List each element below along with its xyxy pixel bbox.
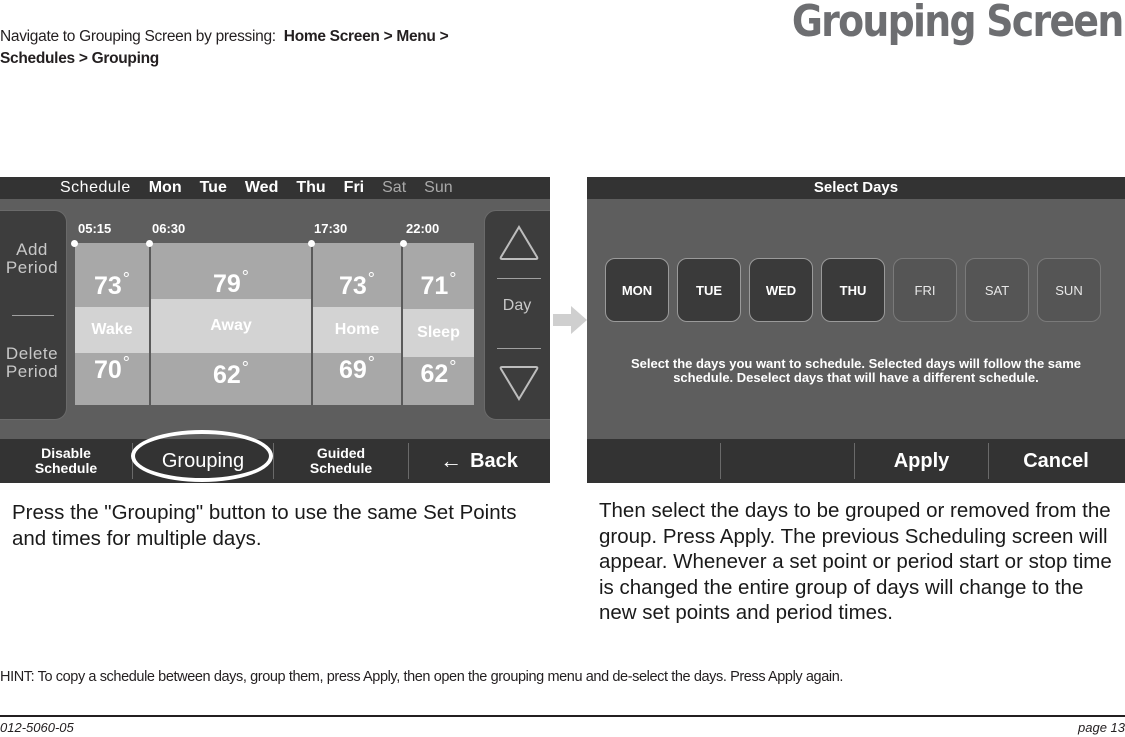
guided-schedule-button[interactable]: Guided Schedule: [274, 446, 408, 476]
panel-divider: [497, 278, 541, 279]
period-divider: [401, 243, 403, 405]
select-days-caption: Then select the days to be grouped or re…: [599, 499, 1112, 624]
day-button-fri[interactable]: FRI: [893, 258, 957, 322]
day-tab-sat[interactable]: Sat: [382, 179, 406, 197]
footer-divider: [0, 715, 1125, 717]
day-button-wed[interactable]: WED: [749, 258, 813, 322]
period-name: Away: [151, 299, 311, 353]
delete-period-label-2: Period: [5, 362, 59, 381]
back-arrow-icon: ←: [440, 448, 463, 473]
schedule-bottom-bar: Disable Schedule Grouping Guided Schedule …: [0, 439, 550, 483]
day-button-sat[interactable]: SAT: [965, 258, 1029, 322]
add-period-label-2: Period: [5, 258, 59, 277]
select-days-screen: Select Days MON TUE WED THU FRI SAT SUN …: [587, 177, 1125, 483]
day-tab-tue[interactable]: Tue: [200, 179, 227, 197]
hint-text: HINT: To copy a schedule between days, g…: [0, 669, 844, 685]
period-handle[interactable]: [400, 240, 407, 247]
grouping-button[interactable]: Grouping: [133, 450, 273, 473]
cool-setpoint[interactable]: 73°: [313, 269, 401, 301]
navigation-instructions: Navigate to Grouping Screen by pressing:…: [0, 26, 520, 70]
period-start-time: 06:30: [152, 221, 186, 236]
schedule-screen: Schedule Mon Tue Wed Thu Fri Sat Sun Add…: [0, 177, 550, 483]
heat-setpoint[interactable]: 62°: [151, 358, 311, 390]
period-name: Sleep: [403, 309, 474, 357]
period-start-time: 22:00: [406, 221, 440, 236]
period-handle[interactable]: [308, 240, 315, 247]
period-handle[interactable]: [146, 240, 153, 247]
day-navigation-panel: Day: [484, 210, 550, 420]
period-block-home[interactable]: 73° Home 69°: [313, 243, 401, 405]
right-arrow-icon: [553, 306, 587, 334]
period-block-wake[interactable]: 73° Wake 70°: [75, 243, 149, 405]
nav-path-line1: Home Screen > Menu >: [283, 28, 449, 45]
day-button-sun[interactable]: SUN: [1037, 258, 1101, 322]
day-selector: MON TUE WED THU FRI SAT SUN: [605, 258, 1101, 322]
disable-schedule-button[interactable]: Disable Schedule: [0, 446, 132, 476]
day-button-tue[interactable]: TUE: [677, 258, 741, 322]
page-title: Grouping Screen: [792, 0, 1124, 47]
period-divider: [149, 243, 151, 405]
heat-setpoint[interactable]: 69°: [313, 353, 401, 385]
day-button-thu[interactable]: THU: [821, 258, 885, 322]
nav-path-line2: Schedules > Grouping: [0, 50, 159, 67]
cool-setpoint[interactable]: 73°: [75, 269, 149, 301]
cool-setpoint[interactable]: 79°: [151, 267, 311, 299]
schedule-title: Schedule: [60, 179, 131, 196]
add-period-label-1: Add: [16, 240, 48, 259]
period-name: Home: [313, 307, 401, 353]
heat-setpoint[interactable]: 62°: [403, 357, 474, 389]
day-tab-fri[interactable]: Fri: [344, 179, 364, 197]
nav-intro: Navigate to Grouping Screen by pressing:: [0, 28, 276, 45]
grouping-caption: Press the "Grouping" button to use the s…: [12, 501, 517, 550]
select-days-instructions: Select the days you want to schedule. Se…: [630, 356, 1082, 385]
day-tab-sun[interactable]: Sun: [424, 179, 452, 197]
period-name: Wake: [75, 307, 149, 353]
period-handle[interactable]: [71, 240, 78, 247]
select-days-title: Select Days: [587, 177, 1125, 199]
select-days-bottom-bar: Apply Cancel: [587, 439, 1125, 483]
panel-divider: [12, 315, 54, 316]
day-tab-wed[interactable]: Wed: [245, 179, 278, 197]
back-label: Back: [470, 449, 518, 472]
day-tab-thu[interactable]: Thu: [296, 179, 325, 197]
panel-divider: [497, 348, 541, 349]
document-number: 012-5060-05: [0, 720, 74, 735]
period-panel: Add Period Delete Period: [0, 210, 67, 420]
period-block-sleep[interactable]: 71° Sleep 62°: [403, 243, 474, 405]
period-start-time: 17:30: [314, 221, 348, 236]
heat-setpoint[interactable]: 70°: [75, 353, 149, 385]
day-label: Day: [502, 297, 532, 314]
down-arrow-icon[interactable]: [497, 363, 541, 403]
day-tab-mon[interactable]: Mon: [149, 179, 182, 197]
up-arrow-icon[interactable]: [497, 223, 541, 263]
page-number: page 13: [1078, 720, 1125, 735]
bar-divider: [720, 443, 721, 479]
back-button[interactable]: ← Back: [409, 448, 549, 474]
delete-period-label-1: Delete: [5, 344, 59, 363]
period-divider: [311, 243, 313, 405]
day-button-mon[interactable]: MON: [605, 258, 669, 322]
schedule-title-bar: Schedule Mon Tue Wed Thu Fri Sat Sun: [0, 177, 550, 199]
cancel-button[interactable]: Cancel: [989, 450, 1123, 473]
cool-setpoint[interactable]: 71°: [403, 269, 474, 301]
delete-period-button[interactable]: Delete Period: [0, 345, 64, 381]
apply-button[interactable]: Apply: [855, 450, 988, 473]
period-start-time: 05:15: [78, 221, 112, 236]
add-period-button[interactable]: Add Period: [0, 241, 64, 277]
period-block-away[interactable]: 79° Away 62°: [151, 243, 311, 405]
period-grid: 73° Wake 70° 79° Away 62° 73° Home 69° 7…: [75, 243, 474, 405]
